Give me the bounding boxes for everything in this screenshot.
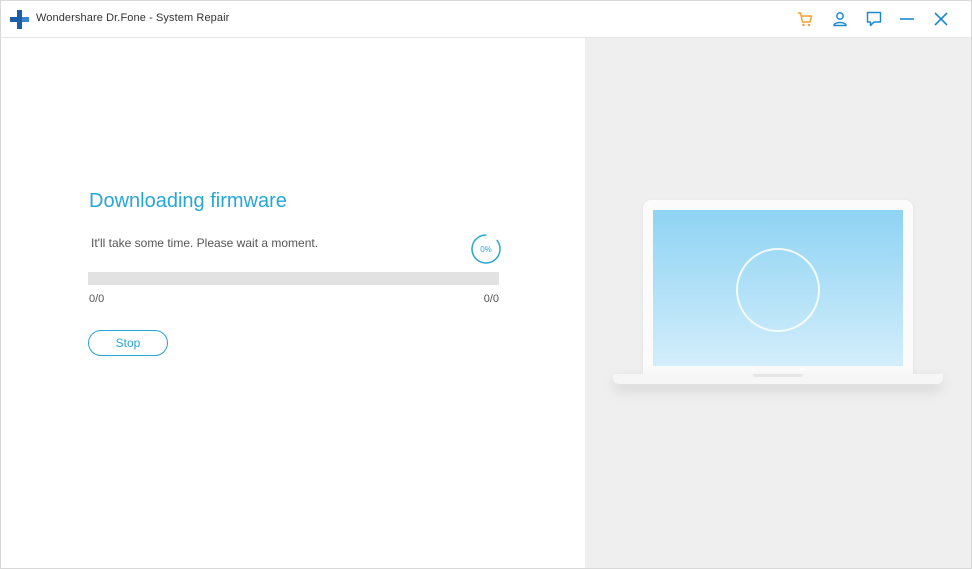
drfone-logo-icon — [10, 10, 29, 29]
loading-circle — [736, 248, 820, 332]
progress-ring: 0% — [470, 233, 502, 265]
feedback-icon — [866, 11, 882, 27]
laptop-screen — [653, 210, 903, 366]
laptop-notch — [753, 374, 803, 377]
laptop-base — [613, 374, 943, 384]
feedback-button[interactable] — [864, 9, 884, 29]
title-bar: Wondershare Dr.Fone - System Repair — [1, 1, 971, 38]
progress-percent-label: 0% — [480, 244, 492, 254]
illustration-panel — [585, 38, 971, 568]
close-icon — [934, 12, 948, 26]
cart-icon — [798, 12, 813, 27]
laptop-illustration — [643, 200, 913, 374]
account-icon — [833, 12, 847, 27]
minimize-icon — [900, 18, 914, 20]
minimize-button[interactable] — [897, 9, 917, 29]
downloaded-count: 0/0 — [89, 293, 105, 305]
download-panel: Downloading firmware It'll take some tim… — [1, 38, 585, 568]
account-button[interactable] — [830, 9, 850, 29]
window-title: Wondershare Dr.Fone - System Repair — [36, 12, 230, 24]
wait-message: It'll take some time. Please wait a mome… — [91, 236, 319, 250]
app-window: Wondershare Dr.Fone - System Repair Down… — [0, 0, 972, 569]
total-count: 0/0 — [483, 293, 499, 305]
stop-button[interactable]: Stop — [88, 330, 168, 356]
page-title: Downloading firmware — [89, 190, 287, 212]
cart-button[interactable] — [795, 9, 815, 29]
progress-bar — [88, 272, 499, 285]
close-button[interactable] — [931, 9, 951, 29]
